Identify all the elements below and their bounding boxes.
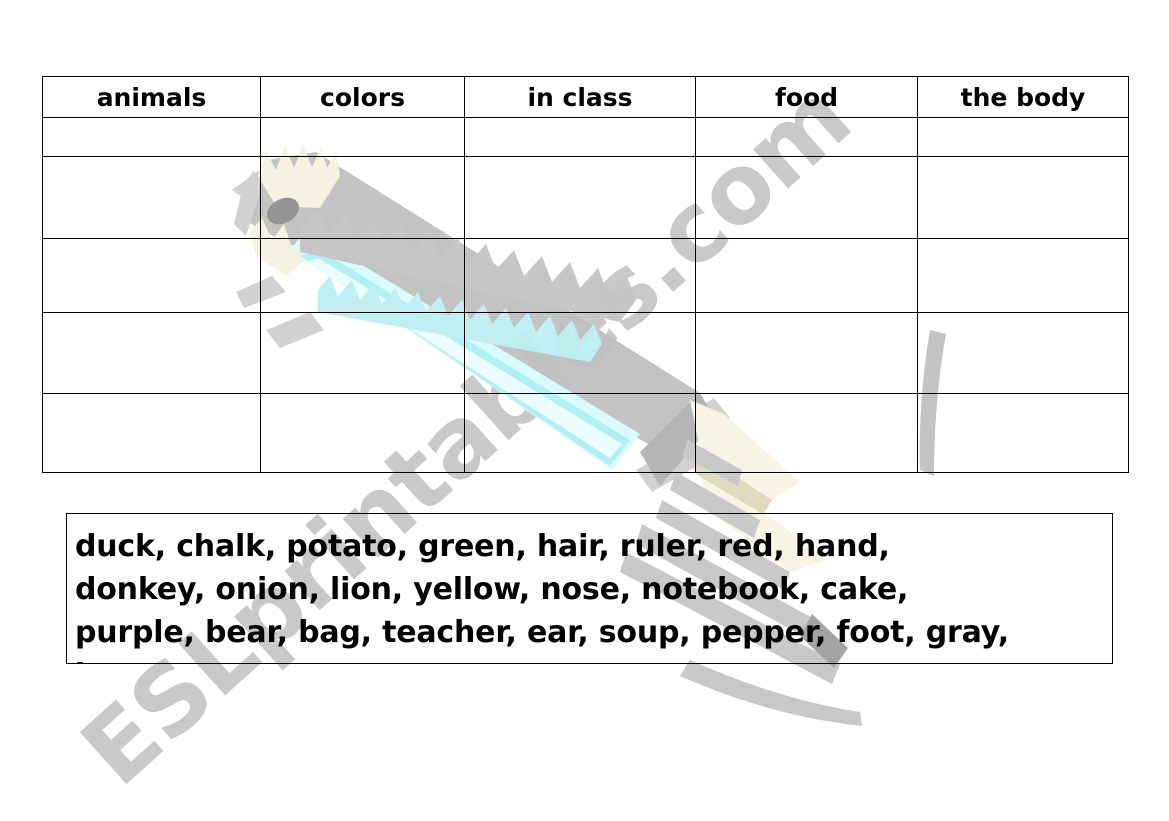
answer-cell[interactable] [260, 312, 465, 394]
answer-cell[interactable] [917, 117, 1129, 157]
word-bank-content: duck, chalk, potato, green, hair, ruler,… [67, 514, 1112, 663]
table-row [42, 393, 1129, 473]
answer-cell[interactable] [695, 156, 918, 239]
header-row: animals colors in class food the body [42, 76, 1129, 118]
answer-cell[interactable] [464, 238, 696, 313]
table-row [42, 156, 1129, 239]
answer-cell[interactable] [260, 156, 465, 239]
answer-cell[interactable] [260, 393, 465, 473]
answer-cell[interactable] [695, 117, 918, 157]
answer-cell[interactable] [260, 117, 465, 157]
answer-cell[interactable] [917, 312, 1129, 394]
answer-cell[interactable] [695, 238, 918, 313]
table-body [42, 117, 1129, 473]
column-header-animals: animals [42, 76, 261, 118]
answer-cell[interactable] [695, 312, 918, 394]
table-header: animals colors in class food the body [42, 76, 1129, 118]
answer-cell[interactable] [464, 156, 696, 239]
answer-cell[interactable] [42, 312, 261, 394]
column-header-the-body: the body [917, 76, 1129, 118]
answer-cell[interactable] [464, 312, 696, 394]
table-row [42, 238, 1129, 313]
answer-cell[interactable] [695, 393, 918, 473]
answer-cell[interactable] [260, 238, 465, 313]
word-bank-line: duck, chalk, potato, green, hair, ruler,… [75, 529, 890, 564]
word-bank-line-clipped: i [75, 654, 1112, 663]
answer-cell[interactable] [42, 238, 261, 313]
table-row [42, 117, 1129, 157]
column-header-food: food [695, 76, 918, 118]
word-bank-line: purple, bear, bag, teacher, ear, soup, p… [75, 615, 1009, 650]
pencil-stray-stroke-2 [680, 660, 862, 726]
column-header-colors: colors [260, 76, 465, 118]
answer-cell[interactable] [42, 393, 261, 473]
column-header-in-class: in class [464, 76, 696, 118]
answer-cell[interactable] [42, 156, 261, 239]
answer-cell[interactable] [917, 238, 1129, 313]
answer-cell[interactable] [42, 117, 261, 157]
answer-cell[interactable] [464, 393, 696, 473]
sorting-table: animals colors in class food the body [42, 76, 1129, 473]
word-bank-box: duck, chalk, potato, green, hair, ruler,… [66, 513, 1113, 664]
answer-cell[interactable] [917, 393, 1129, 473]
word-bank-line: donkey, onion, lion, yellow, nose, noteb… [75, 572, 909, 607]
table-row [42, 312, 1129, 394]
answer-cell[interactable] [464, 117, 696, 157]
answer-cell[interactable] [917, 156, 1129, 239]
